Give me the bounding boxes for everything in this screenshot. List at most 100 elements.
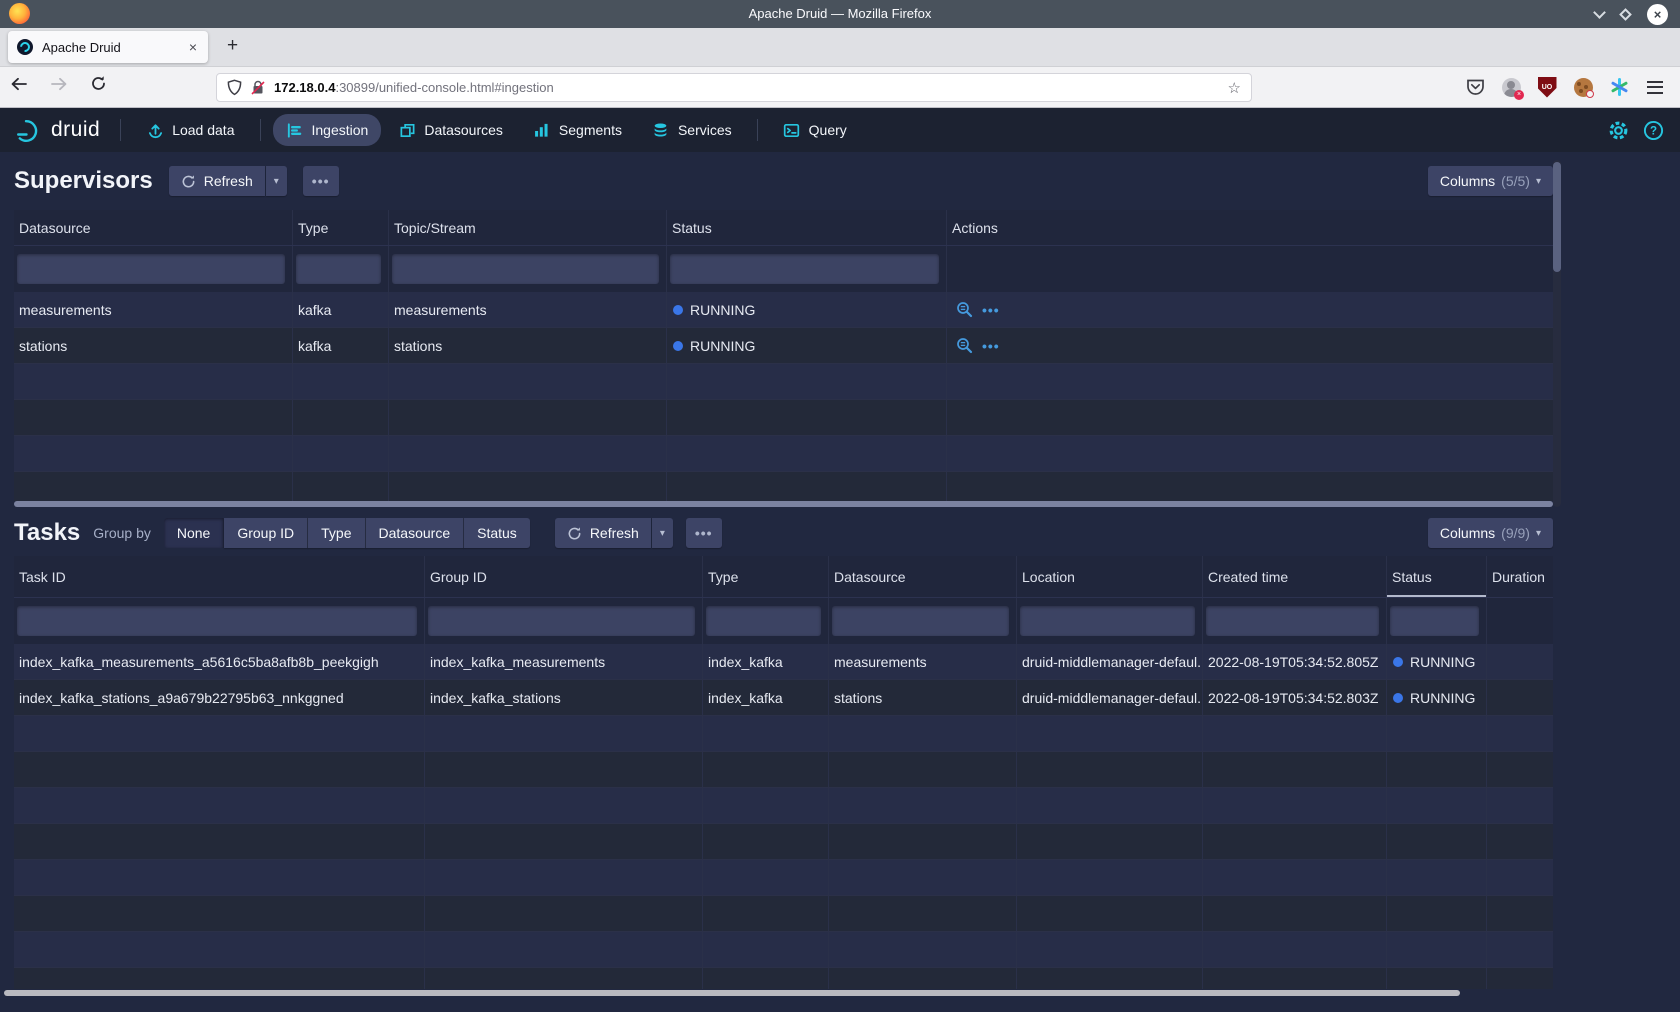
group-by-label: Group by xyxy=(93,525,151,541)
bookmark-star-icon[interactable]: ☆ xyxy=(1228,79,1241,97)
tracking-shield-icon[interactable] xyxy=(227,79,242,96)
hamburger-menu-icon[interactable] xyxy=(1644,76,1666,98)
filter-input-type[interactable] xyxy=(706,606,821,636)
table-row: stationskafkastationsRUNNING••• xyxy=(14,328,1553,364)
group-by-button-group: NoneGroup IDTypeDatasourceStatus xyxy=(164,518,530,548)
empty-row xyxy=(14,932,1553,968)
data-cell: index_kafka_measurements xyxy=(425,644,703,679)
insecure-lock-icon[interactable] xyxy=(251,80,265,96)
column-header-duration[interactable]: Duration xyxy=(1487,556,1553,597)
refresh-icon xyxy=(567,526,582,541)
column-header-type[interactable]: Type xyxy=(703,556,829,597)
reload-icon[interactable] xyxy=(90,75,107,92)
filter-input-type[interactable] xyxy=(296,254,381,284)
tab-close-icon[interactable]: × xyxy=(187,39,199,55)
filter-input-created-time[interactable] xyxy=(1206,606,1379,636)
services-icon xyxy=(652,121,670,139)
nav-datasources[interactable]: Datasources xyxy=(385,114,516,146)
filter-cell xyxy=(1387,598,1487,644)
row-more-icon[interactable]: ••• xyxy=(982,302,1000,318)
column-header-task-id[interactable]: Task ID xyxy=(14,556,425,597)
status-text: RUNNING xyxy=(690,338,755,354)
nav-query[interactable]: Query xyxy=(770,114,860,146)
tasks-more-button[interactable]: ••• xyxy=(686,518,722,548)
filter-input-status[interactable] xyxy=(1390,606,1479,636)
supervisors-horizontal-scrollbar[interactable] xyxy=(14,501,1553,507)
column-header-location[interactable]: Location xyxy=(1017,556,1203,597)
tab-bar: Apache Druid × + xyxy=(0,28,1680,66)
filter-input-group-id[interactable] xyxy=(428,606,695,636)
status-dot-icon xyxy=(1393,657,1403,667)
forward-icon[interactable] xyxy=(50,76,68,92)
settings-gear-icon[interactable] xyxy=(1608,120,1629,141)
inspect-magnifier-icon[interactable] xyxy=(954,336,974,356)
column-header-group-id[interactable]: Group ID xyxy=(425,556,703,597)
empty-row xyxy=(14,716,1553,752)
extension-asterisk-icon[interactable] xyxy=(1608,76,1630,98)
column-header-type[interactable]: Type xyxy=(293,210,389,245)
back-icon[interactable] xyxy=(10,76,28,92)
nav-label: Datasources xyxy=(424,122,503,138)
data-cell: index_kafka_stations_a9a679b22795b63_nnk… xyxy=(14,680,425,715)
column-header-datasource[interactable]: Datasource xyxy=(829,556,1017,597)
status-dot-icon xyxy=(1393,693,1403,703)
status-cell: RUNNING xyxy=(667,292,947,327)
actions-cell: ••• xyxy=(947,328,1553,363)
nav-segments[interactable]: Segments xyxy=(520,114,635,146)
url-bar[interactable]: 172.18.0.4:30899/unified-console.html#in… xyxy=(216,73,1252,102)
tasks-horizontal-scrollbar[interactable] xyxy=(4,990,1460,996)
druid-favicon xyxy=(17,39,33,55)
tasks-columns-button[interactable]: Columns (9/9) ▾ xyxy=(1428,518,1553,548)
window-minimize-icon[interactable] xyxy=(1593,6,1606,19)
group-by-datasource-button[interactable]: Datasource xyxy=(366,518,465,548)
filter-input-status[interactable] xyxy=(670,254,939,284)
column-header-status[interactable]: Status xyxy=(667,210,947,245)
group-by-group-id-button[interactable]: Group ID xyxy=(224,518,308,548)
inspect-magnifier-icon[interactable] xyxy=(954,300,974,320)
cookie-icon[interactable] xyxy=(1572,76,1594,98)
pocket-icon[interactable] xyxy=(1464,76,1486,98)
help-icon[interactable]: ? xyxy=(1643,120,1664,141)
group-by-status-button[interactable]: Status xyxy=(464,518,530,548)
column-header-actions[interactable]: Actions xyxy=(947,210,1553,245)
column-header-topic-stream[interactable]: Topic/Stream xyxy=(389,210,667,245)
empty-row xyxy=(14,968,1553,989)
column-header-status[interactable]: Status xyxy=(1387,556,1487,597)
status-text: RUNNING xyxy=(1410,654,1475,670)
empty-row xyxy=(14,824,1553,860)
window-maximize-icon[interactable] xyxy=(1619,8,1632,21)
window-close-icon[interactable]: × xyxy=(1647,4,1668,25)
filter-input-datasource[interactable] xyxy=(832,606,1009,636)
nav-services[interactable]: Services xyxy=(639,114,745,146)
filter-cell xyxy=(1203,598,1387,644)
tasks-refresh-dropdown[interactable]: ▾ xyxy=(652,518,673,548)
filter-input-task-id[interactable] xyxy=(17,606,417,636)
group-by-none-button[interactable]: None xyxy=(164,518,224,548)
supervisors-refresh-button[interactable]: Refresh xyxy=(169,166,265,196)
empty-row xyxy=(14,364,1553,400)
ublock-icon[interactable]: UO xyxy=(1536,76,1558,98)
nav-load-data[interactable]: Load data xyxy=(133,114,247,146)
vertical-scrollbar-thumb[interactable] xyxy=(1553,162,1561,272)
data-cell: index_kafka xyxy=(703,680,829,715)
browser-tab[interactable]: Apache Druid × xyxy=(8,31,208,63)
supervisors-columns-button[interactable]: Columns (5/5) ▾ xyxy=(1428,166,1553,196)
window-title: Apache Druid — Mozilla Firefox xyxy=(0,0,1680,28)
druid-logo[interactable]: druid xyxy=(16,117,100,144)
group-by-type-button[interactable]: Type xyxy=(308,518,365,548)
data-cell: kafka xyxy=(293,292,389,327)
filter-input-location[interactable] xyxy=(1020,606,1195,636)
filter-input-topic-stream[interactable] xyxy=(392,254,659,284)
new-tab-button[interactable]: + xyxy=(221,33,244,59)
column-header-created-time[interactable]: Created time xyxy=(1203,556,1387,597)
column-header-datasource[interactable]: Datasource xyxy=(14,210,293,245)
tasks-refresh-button[interactable]: Refresh xyxy=(555,518,651,548)
supervisors-refresh-dropdown[interactable]: ▾ xyxy=(266,166,287,196)
row-more-icon[interactable]: ••• xyxy=(982,338,1000,354)
supervisors-more-button[interactable]: ••• xyxy=(303,166,339,196)
nav-ingestion[interactable]: Ingestion xyxy=(273,114,382,146)
filter-cell xyxy=(829,598,1017,644)
druid-console-content: Supervisors Refresh ▾ ••• Columns (5/5) … xyxy=(0,152,1680,1012)
filter-input-datasource[interactable] xyxy=(17,254,285,284)
account-icon[interactable]: × xyxy=(1500,76,1522,98)
